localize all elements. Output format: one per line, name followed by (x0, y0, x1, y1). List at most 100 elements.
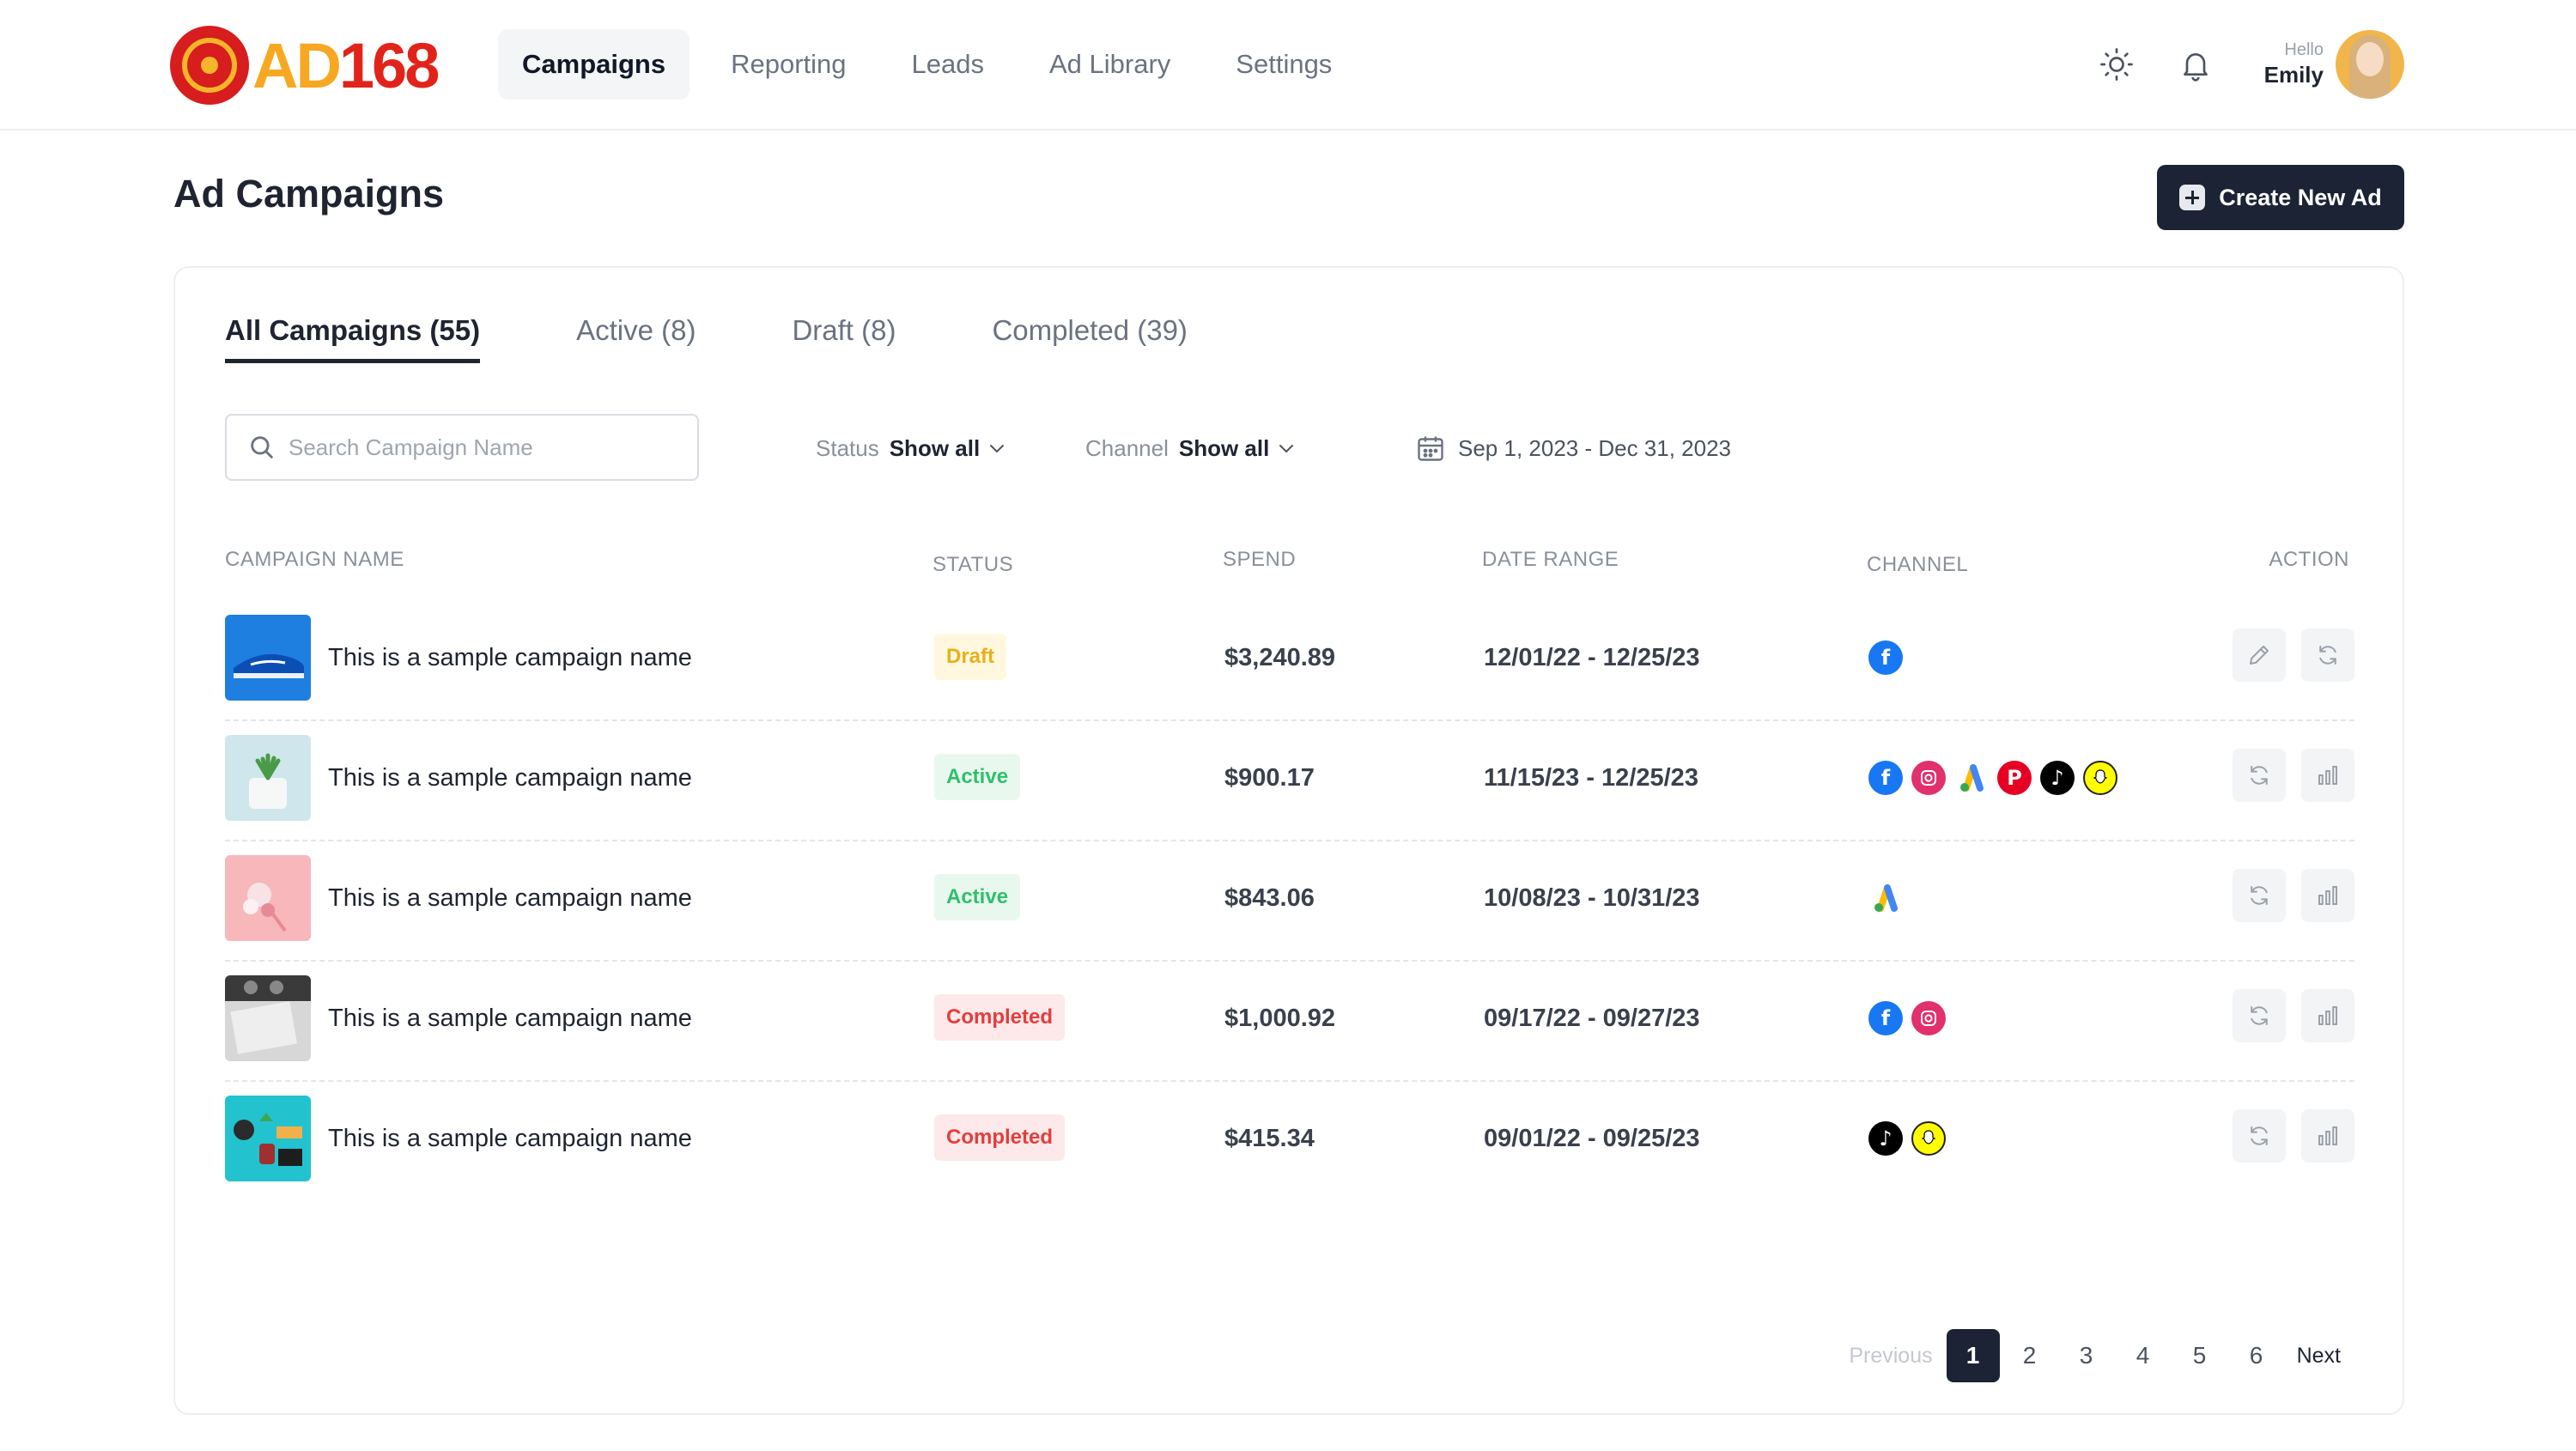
page-button-4[interactable]: 4 (2117, 1329, 2170, 1382)
campaign-thumbnail (225, 615, 311, 701)
row-actions (2217, 869, 2354, 922)
tab-active[interactable]: Active (8) (576, 314, 696, 363)
calendar-icon (1418, 436, 1443, 461)
analytics-button[interactable] (2301, 989, 2354, 1042)
refresh-icon (2319, 646, 2336, 665)
previous-page-button[interactable]: Previous (1849, 1344, 1932, 1369)
analytics-button[interactable] (2301, 1109, 2354, 1163)
status-badge: Completed (934, 994, 1066, 1041)
column-header-campaign-name[interactable]: CAMPAIGN NAME (225, 548, 404, 572)
table-row[interactable]: This is a sample campaign name Draft $3,… (225, 601, 2354, 721)
analytics-button[interactable] (2301, 749, 2354, 802)
column-header-channel[interactable]: CHANNEL (1867, 553, 1968, 577)
channel-list: f (1868, 1001, 1954, 1035)
refresh-button[interactable] (2233, 989, 2286, 1042)
refresh-button[interactable] (2233, 869, 2286, 922)
refresh-button[interactable] (2233, 1109, 2286, 1163)
row-actions (2217, 1109, 2354, 1163)
page-button-2[interactable]: 2 (2003, 1329, 2057, 1382)
refresh-button[interactable] (2233, 749, 2286, 802)
campaign-thumbnail (225, 975, 311, 1061)
avatar (2336, 30, 2404, 99)
campaign-name[interactable]: This is a sample campaign name (328, 764, 692, 792)
campaign-name[interactable]: This is a sample campaign name (328, 1125, 692, 1153)
row-actions (2217, 749, 2354, 802)
search-box (225, 414, 699, 481)
pinterest-icon: P (1997, 761, 2032, 795)
analytics-button[interactable] (2301, 869, 2354, 922)
nav-item-reporting[interactable]: Reporting (707, 29, 870, 100)
campaigns-card: All Campaigns (55) Active (8) Draft (8) … (173, 266, 2404, 1415)
campaign-name[interactable]: This is a sample campaign name (328, 884, 692, 913)
row-actions (2217, 628, 2354, 682)
main-nav: Campaigns Reporting Leads Ad Library Set… (498, 29, 1373, 100)
page-button-6[interactable]: 6 (2230, 1329, 2283, 1382)
campaign-thumbnail (225, 1096, 311, 1181)
campaign-name[interactable]: This is a sample campaign name (328, 1005, 692, 1033)
nav-item-settings[interactable]: Settings (1212, 29, 1356, 100)
nav-item-leads[interactable]: Leads (888, 29, 1008, 100)
column-header-spend[interactable]: SPEND (1223, 548, 1296, 572)
table-row[interactable]: This is a sample campaign name Completed… (225, 1082, 2354, 1202)
date-range-picker[interactable]: Sep 1, 2023 - Dec 31, 2023 (1415, 431, 1731, 465)
nav-item-campaigns[interactable]: Campaigns (498, 29, 690, 100)
instagram-icon (1911, 1001, 1946, 1035)
bar-chart-icon (2318, 886, 2337, 905)
column-header-status[interactable]: STATUS (933, 553, 1013, 577)
campaign-date-range: 11/15/23 - 12/25/23 (1484, 764, 1698, 792)
campaign-date-range: 12/01/22 - 12/25/23 (1484, 644, 1700, 671)
channel-list: ♪ (1868, 1121, 1954, 1156)
bell-icon (2183, 53, 2208, 82)
brand-wordmark: AD168 (252, 29, 440, 101)
page-button-3[interactable]: 3 (2060, 1329, 2113, 1382)
brand-emblem-icon (170, 26, 249, 105)
create-new-ad-button[interactable]: Create New Ad (2157, 165, 2404, 230)
status-badge: Draft (934, 634, 1007, 680)
status-filter-value: Show all (889, 434, 981, 461)
top-navigation-bar: AD168 Campaigns Reporting Leads Ad Libra… (0, 0, 2576, 131)
status-filter-dropdown[interactable]: Status Show all (816, 431, 1007, 465)
refresh-button[interactable] (2301, 628, 2354, 682)
tiktok-icon: ♪ (1868, 1121, 1903, 1156)
chevron-down-icon (1279, 445, 1294, 453)
next-page-button[interactable]: Next (2297, 1344, 2341, 1369)
column-header-action: ACTION (2269, 548, 2349, 571)
table-row[interactable]: This is a sample campaign name Active $8… (225, 841, 2354, 962)
brand-logo[interactable]: AD168 (170, 26, 440, 105)
channel-filter-value: Show all (1178, 434, 1270, 461)
campaign-date-range: 10/08/23 - 10/31/23 (1484, 884, 1700, 912)
facebook-icon: f (1868, 761, 1903, 795)
page-button-1[interactable]: 1 (1946, 1329, 2000, 1382)
create-new-ad-label: Create New Ad (2219, 184, 2382, 210)
notifications-button[interactable] (2170, 39, 2221, 90)
tab-draft[interactable]: Draft (8) (792, 314, 896, 363)
bar-chart-icon (2318, 1006, 2337, 1025)
campaign-spend: $3,240.89 (1224, 644, 1336, 671)
edit-button[interactable] (2233, 628, 2286, 682)
campaign-name[interactable]: This is a sample campaign name (328, 644, 692, 672)
column-header-date-range[interactable]: DATE RANGE (1482, 548, 1619, 572)
channel-filter-dropdown[interactable]: Channel Show all (1085, 431, 1297, 465)
nav-item-ad-library[interactable]: Ad Library (1025, 29, 1194, 100)
search-icon (251, 436, 273, 458)
table-row[interactable]: This is a sample campaign name Active $9… (225, 721, 2354, 841)
campaign-spend: $1,000.92 (1224, 1005, 1336, 1032)
campaign-date-range: 09/17/22 - 09/27/23 (1484, 1005, 1700, 1032)
page-button-5[interactable]: 5 (2173, 1329, 2227, 1382)
table-row[interactable]: This is a sample campaign name Completed… (225, 962, 2354, 1082)
google-ads-icon (1868, 881, 1903, 915)
search-input[interactable] (289, 434, 683, 461)
campaign-tabs: All Campaigns (55) Active (8) Draft (8) … (225, 314, 1284, 363)
instagram-icon (1911, 761, 1946, 795)
bar-chart-icon (2318, 766, 2337, 785)
tab-all-campaigns[interactable]: All Campaigns (55) (225, 314, 481, 363)
bar-chart-icon (2318, 1126, 2337, 1145)
campaign-spend: $900.17 (1224, 764, 1315, 792)
channel-filter-label: Channel (1085, 434, 1169, 461)
channel-list: f P ♪ (1868, 761, 2126, 795)
theme-toggle-button[interactable] (2091, 39, 2142, 90)
user-menu[interactable]: Hello Emily (2264, 30, 2404, 99)
refresh-icon (2251, 1126, 2268, 1145)
row-actions (2217, 989, 2354, 1042)
tab-completed[interactable]: Completed (39) (992, 314, 1187, 363)
